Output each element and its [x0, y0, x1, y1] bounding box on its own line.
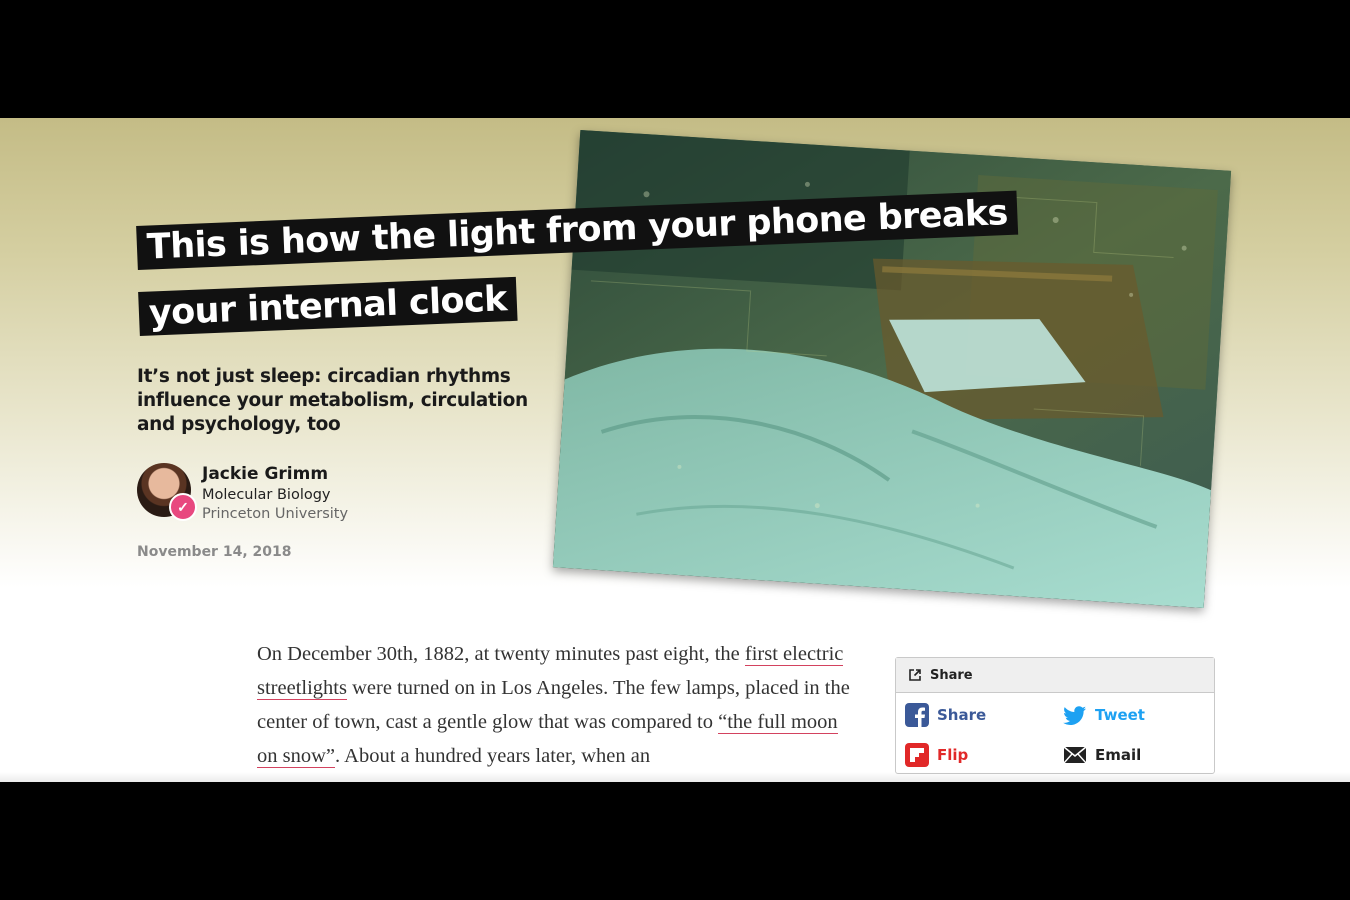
body-text-segment: . About a hundred years later, when an — [335, 745, 651, 767]
letterbox-bottom — [0, 782, 1350, 900]
external-share-icon — [909, 669, 921, 681]
flipboard-flip-button[interactable]: Flip — [905, 743, 968, 767]
twitter-tweet-button[interactable]: Tweet — [1063, 703, 1145, 727]
author-department: Molecular Biology — [202, 487, 331, 503]
share-box: Share Share Tweet Flip Email — [895, 657, 1215, 774]
article-body: On December 30th, 1882, at twenty minute… — [257, 637, 857, 773]
article-page: This is how the light from your phone br… — [0, 118, 1350, 782]
author-institution: Princeton University — [202, 506, 349, 522]
letterbox-top — [0, 0, 1350, 118]
share-header-label: Share — [930, 667, 973, 683]
email-share-label: Email — [1095, 746, 1142, 764]
body-text-segment: On December 30th, 1882, at twenty minute… — [257, 643, 745, 665]
verified-check-icon: ✓ — [169, 493, 197, 521]
scroll-fade — [0, 772, 1350, 782]
headline-line-2: your internal clock — [138, 276, 518, 336]
article-subhead: It’s not just sleep: circadian rhythms i… — [137, 366, 528, 435]
author-name[interactable]: Jackie Grimm — [202, 464, 328, 484]
facebook-share-label: Share — [937, 706, 987, 724]
flipboard-flip-label: Flip — [937, 746, 969, 764]
twitter-tweet-label: Tweet — [1095, 706, 1145, 724]
twitter-bird-icon — [1063, 706, 1086, 725]
envelope-icon — [1063, 746, 1087, 764]
facebook-icon — [905, 703, 929, 727]
flipboard-icon — [905, 743, 929, 767]
email-share-button[interactable]: Email — [1063, 743, 1141, 767]
facebook-share-button[interactable]: Share — [905, 703, 986, 727]
share-header: Share — [896, 658, 1214, 693]
publish-date: November 14, 2018 — [137, 544, 292, 560]
